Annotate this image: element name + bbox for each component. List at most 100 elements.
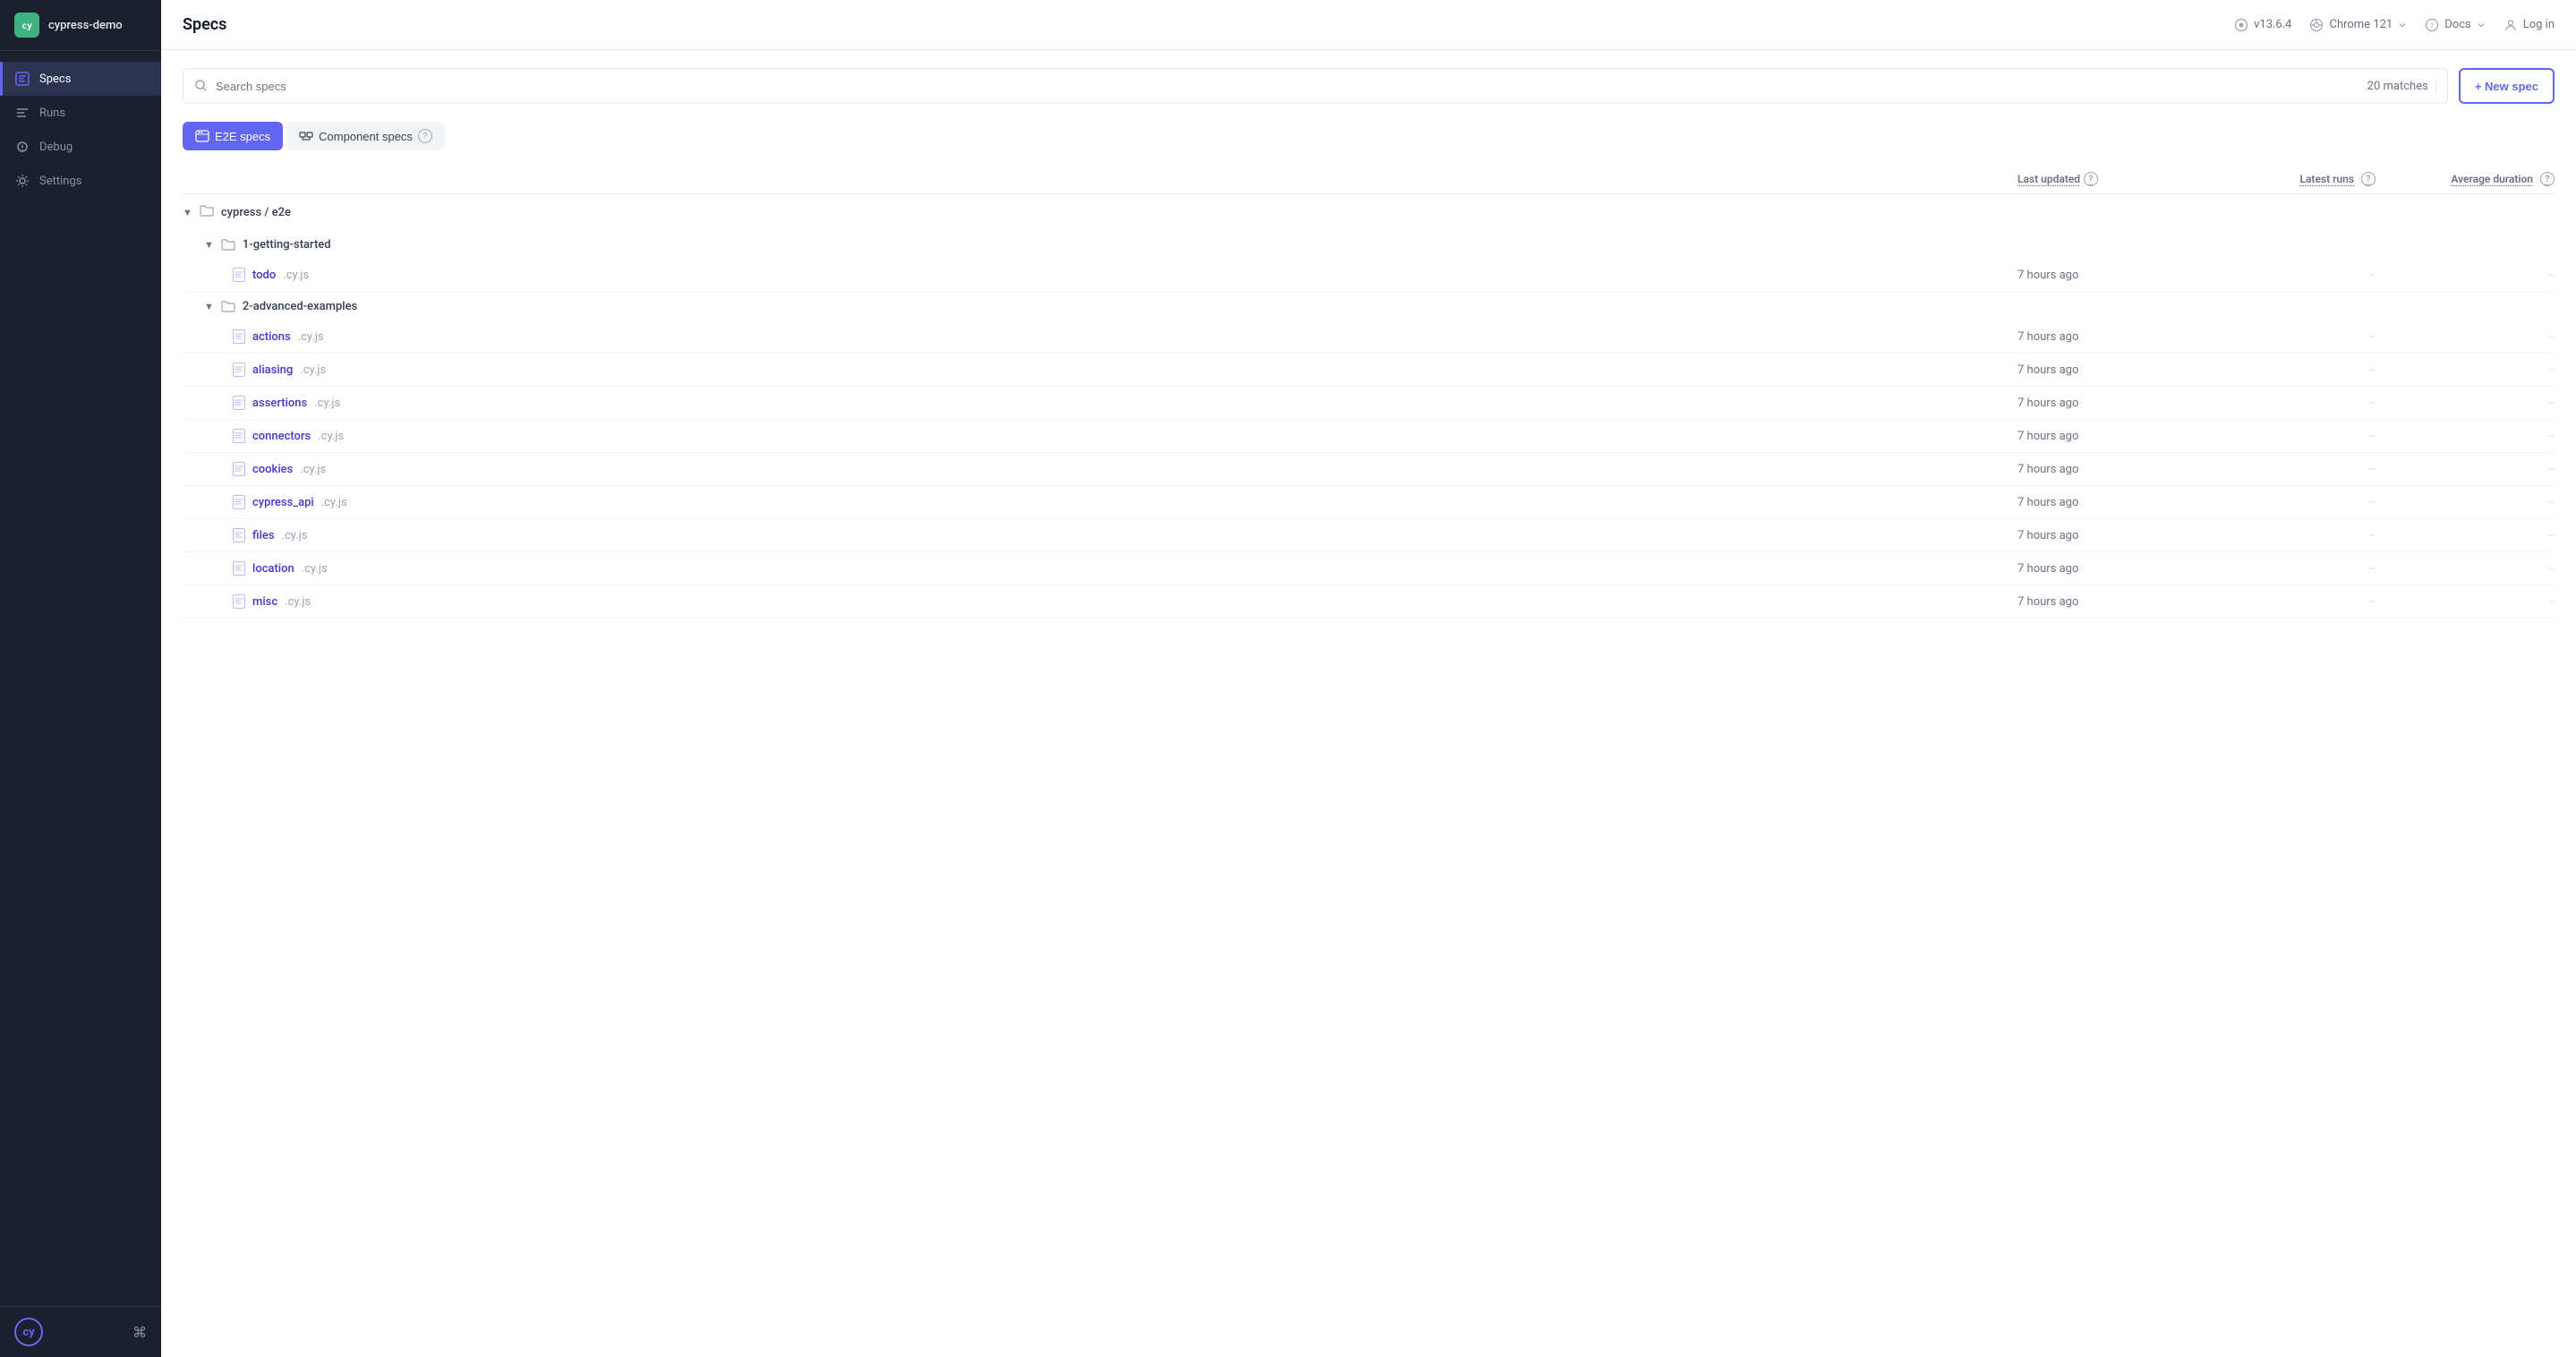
subfolder-2-advanced-examples[interactable]: ▼ 2-advanced-examples (183, 292, 2555, 320)
spec-duration-aliasing: -- (2376, 363, 2555, 377)
root-folder-row[interactable]: ▼ cypress / e2e (183, 194, 2555, 230)
chrome-icon (2309, 18, 2324, 32)
spec-duration-cookies: -- (2376, 463, 2555, 476)
sidebar-item-specs-label: Specs (39, 73, 71, 86)
spec-runs-assertions: -- (2196, 397, 2376, 410)
sidebar-bottom: cy ⌘ (0, 1306, 161, 1357)
spec-row-location[interactable]: location.cy.js 7 hours ago -- -- (183, 552, 2555, 585)
login-label: Log in (2523, 18, 2555, 31)
spec-duration-assertions: -- (2376, 397, 2555, 410)
spec-name-bold-connectors: connectors (252, 430, 311, 443)
spec-name-bold-actions: actions (252, 330, 291, 344)
spec-row-todo[interactable]: todo.cy.js 7 hours ago -- -- (183, 259, 2555, 292)
version-icon (2234, 18, 2248, 32)
browser-label: Chrome 121 (2329, 18, 2393, 31)
spec-runs-cypress_api: -- (2196, 496, 2376, 509)
spec-name-cypress_api: cypress_api .cy.js (233, 495, 2017, 509)
chevron-down-icon (2398, 21, 2407, 30)
spec-name-bold-files: files (252, 529, 275, 542)
spec-duration-files: -- (2376, 529, 2555, 542)
spec-file-icon-cypress_api (233, 495, 245, 509)
spec-name-cookies: cookies.cy.js (233, 462, 2017, 476)
spec-name-location: location.cy.js (233, 561, 2017, 576)
spec-row-actions[interactable]: actions.cy.js 7 hours ago -- -- (183, 320, 2555, 354)
match-count: 20 matches (2367, 80, 2436, 93)
spec-file-icon-misc (233, 594, 245, 609)
search-row: 20 matches + New spec (183, 68, 2555, 104)
spec-time-location: 7 hours ago (2017, 562, 2196, 576)
subfolder-1-getting-started[interactable]: ▼ 1-getting-started (183, 230, 2555, 259)
spec-name-bold-todo: todo (252, 269, 276, 282)
docs-chevron-icon (2477, 21, 2486, 30)
root-folder-name: cypress / e2e (221, 206, 291, 219)
subfolder1-icon (221, 237, 235, 252)
spec-time-misc: 7 hours ago (2017, 595, 2196, 609)
spec-row-cookies[interactable]: cookies.cy.js 7 hours ago -- -- (183, 453, 2555, 486)
spec-file-icon-location (233, 561, 245, 576)
tab-e2e-label: E2E specs (215, 130, 270, 143)
spec-runs-cookies: -- (2196, 463, 2376, 476)
spec-ext-cypress_api: .cy.js (321, 496, 347, 509)
sidebar-logo: cy cypress-demo (0, 0, 161, 51)
subfolder1-chevron-icon: ▼ (204, 239, 214, 251)
sidebar-item-debug-label: Debug (39, 141, 73, 154)
spec-row-assertions[interactable]: assertions.cy.js 7 hours ago -- -- (183, 387, 2555, 420)
component-tab-help-icon[interactable]: ? (418, 129, 432, 143)
spec-name-bold-location: location (252, 562, 294, 576)
sidebar-item-specs[interactable]: Specs (0, 62, 161, 96)
spec-row-files[interactable]: files.cy.js 7 hours ago -- -- (183, 519, 2555, 552)
latest-runs-help-icon[interactable]: ? (2361, 172, 2376, 186)
spec-name-bold-cypress_api: cypress_api (252, 496, 314, 509)
spec-time-cookies: 7 hours ago (2017, 463, 2196, 476)
spec-ext-connectors: .cy.js (318, 430, 344, 443)
avg-duration-help-icon[interactable]: ? (2540, 172, 2555, 186)
spec-ext-cookies: .cy.js (300, 463, 326, 476)
spec-duration-cypress_api: -- (2376, 496, 2555, 509)
root-folder: ▼ cypress / e2e ▼ 1-getting-started (183, 194, 2555, 619)
spec-time-connectors: 7 hours ago (2017, 430, 2196, 443)
new-spec-button[interactable]: + New spec (2459, 68, 2555, 104)
specs-icon (14, 71, 30, 87)
spec-runs-connectors: -- (2196, 430, 2376, 443)
spec-file-icon-files (233, 528, 245, 542)
search-input-wrap: 20 matches (183, 68, 2448, 104)
docs-link[interactable]: ? Docs (2425, 18, 2485, 32)
version-label: v13.6.4 (2254, 18, 2291, 31)
spec-time-aliasing: 7 hours ago (2017, 363, 2196, 377)
search-input[interactable] (216, 80, 2360, 93)
login-button[interactable]: Log in (2503, 18, 2555, 32)
spec-ext-assertions: .cy.js (314, 397, 340, 410)
sidebar-item-settings[interactable]: Settings (0, 164, 161, 198)
docs-icon: ? (2425, 18, 2439, 32)
spec-duration-connectors: -- (2376, 430, 2555, 443)
spec-name-bold-misc: misc (252, 595, 277, 609)
spec-ext-todo: .cy.js (283, 269, 309, 282)
version-info: v13.6.4 (2234, 18, 2291, 32)
cy-badge[interactable]: cy (14, 1318, 43, 1346)
spec-file-icon-actions (233, 329, 245, 344)
spec-row-aliasing[interactable]: aliasing.cy.js 7 hours ago -- -- (183, 354, 2555, 387)
spec-duration-todo: -- (2376, 269, 2555, 282)
spec-runs-location: -- (2196, 562, 2376, 576)
search-icon (194, 79, 209, 93)
docs-label: Docs (2444, 18, 2470, 31)
spec-file-icon-todo (233, 268, 245, 282)
spec-time-cypress_api: 7 hours ago (2017, 496, 2196, 509)
spec-name-assertions: assertions.cy.js (233, 396, 2017, 410)
browser-info[interactable]: Chrome 121 (2309, 18, 2407, 32)
spec-name-aliasing: aliasing.cy.js (233, 363, 2017, 377)
spec-runs-misc: -- (2196, 595, 2376, 609)
keyboard-shortcut-icon[interactable]: ⌘ (132, 1324, 147, 1341)
tab-e2e[interactable]: E2E specs (183, 122, 283, 150)
spec-rows-container: actions .cy.js 7 hours ago -- -- aliasing… (183, 320, 2555, 619)
spec-row-misc[interactable]: misc.cy.js 7 hours ago -- -- (183, 585, 2555, 619)
tab-component[interactable]: Component specs ? (286, 122, 445, 150)
spec-row-cypress_api[interactable]: cypress_api .cy.js 7 hours ago -- -- (183, 486, 2555, 519)
sidebar-item-debug[interactable]: Debug (0, 130, 161, 164)
sidebar-item-runs[interactable]: Runs (0, 96, 161, 130)
spec-row-connectors[interactable]: connectors .cy.js 7 hours ago -- -- (183, 420, 2555, 453)
spec-ext-actions: .cy.js (298, 330, 324, 344)
header: Specs v13.6.4 Chrome 121 (161, 0, 2576, 50)
last-updated-help-icon[interactable]: ? (2084, 172, 2098, 186)
folder-open-icon (200, 203, 214, 218)
